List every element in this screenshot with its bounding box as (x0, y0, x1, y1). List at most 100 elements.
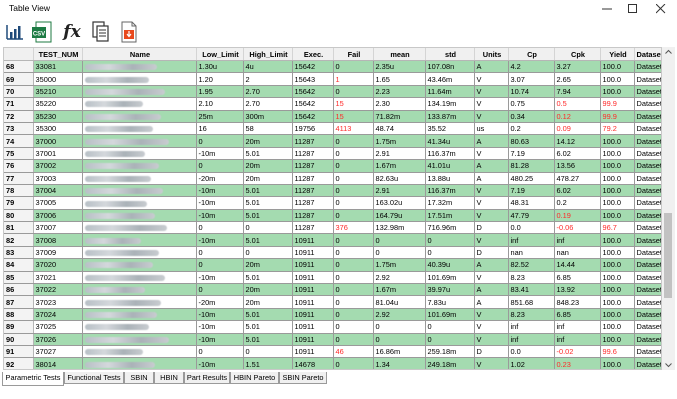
low-limit-cell[interactable]: -10m (196, 233, 244, 247)
low-limit-cell[interactable]: -10m (196, 320, 244, 334)
mean-cell[interactable]: 71.82m (373, 110, 426, 123)
cpk-cell[interactable]: 2.65 (554, 72, 601, 86)
mean-cell[interactable]: 2.30 (373, 97, 426, 111)
high-limit-cell[interactable]: 2 (243, 72, 293, 86)
cp-cell[interactable]: 0.2 (508, 122, 555, 136)
table-row[interactable]: 73 35300 16 58 19756 4113 48.74 35.52 us 0.2 0.09 7… (4, 122, 661, 136)
tab-part-results[interactable]: Part Results (184, 372, 230, 384)
high-limit-cell[interactable]: 5.01 (243, 196, 293, 210)
fail-cell[interactable]: 0 (333, 320, 374, 334)
dataset-cell[interactable]: Dataset_1 (634, 147, 661, 161)
units-cell[interactable]: V (474, 233, 509, 247)
yield-cell[interactable]: 100.0 (600, 196, 635, 210)
table-row[interactable]: 82 37008 -10m 5.01 10911 0 0 0 Vinf inf 100.0 Datas… (4, 233, 661, 247)
name-cell[interactable] (82, 110, 197, 123)
name-cell[interactable] (82, 184, 197, 198)
name-cell[interactable] (82, 122, 197, 136)
exec-cell[interactable]: 10911 (292, 258, 334, 272)
low-limit-cell[interactable]: -10m (196, 196, 244, 210)
low-limit-cell[interactable]: 16 (196, 122, 244, 136)
high-limit-cell[interactable]: 20m (243, 159, 293, 173)
high-limit-cell[interactable]: 5.01 (243, 271, 293, 285)
std-cell[interactable]: 43.46m (425, 72, 475, 86)
dataset-cell[interactable]: Dataset_1 (634, 122, 661, 136)
dataset-cell[interactable]: Dataset_1 (634, 172, 661, 185)
table-row[interactable]: 79 37005 -10m 5.01 11287 0 163.02u 17.32m V 48.31… (4, 196, 661, 210)
header-test-num[interactable]: TEST_NUM (33, 48, 83, 61)
std-cell[interactable]: 41.01u (425, 159, 475, 173)
mean-cell[interactable]: 2.91 (373, 147, 426, 161)
name-cell[interactable] (82, 246, 197, 260)
fail-cell[interactable]: 376 (333, 221, 374, 235)
row-index-cell[interactable]: 90 (4, 333, 34, 347)
header-low-limit[interactable]: Low_Limit (196, 48, 244, 61)
table-row[interactable]: 72 35230 25m 300m 15642 15 71.82m 133.87m V 0.34 0… (4, 110, 661, 123)
name-cell[interactable] (82, 147, 197, 161)
table-row[interactable]: 87 37023 -20m 20m 10911 0 81.04u 7.83u A 851.68 84… (4, 295, 661, 309)
cp-cell[interactable]: 80.63 (508, 134, 555, 148)
low-limit-cell[interactable]: -10m (196, 209, 244, 223)
cpk-cell[interactable]: 0.2 (554, 196, 601, 210)
mean-cell[interactable]: 1.75m (373, 258, 426, 272)
dataset-cell[interactable]: Dataset_1 (634, 345, 661, 359)
row-index-cell[interactable]: 84 (4, 258, 34, 272)
std-cell[interactable]: 11.64m (425, 85, 475, 99)
dataset-cell[interactable]: Dataset_1 (634, 295, 661, 309)
units-cell[interactable]: V (474, 72, 509, 86)
exec-cell[interactable]: 11287 (292, 209, 334, 223)
mean-cell[interactable]: 1.75m (373, 134, 426, 148)
cpk-cell[interactable]: 3.27 (554, 60, 601, 74)
tab-parametric-tests[interactable]: Parametric Tests (2, 372, 64, 386)
dataset-cell[interactable]: Dataset_1 (634, 320, 661, 334)
test-num-cell[interactable]: 37027 (33, 345, 83, 359)
cpk-cell[interactable]: 14.44 (554, 258, 601, 272)
header-corner[interactable] (4, 48, 34, 61)
test-num-cell[interactable]: 35000 (33, 72, 83, 86)
fail-cell[interactable]: 0 (333, 233, 374, 247)
high-limit-cell[interactable]: 20m (243, 172, 293, 185)
exec-cell[interactable]: 15642 (292, 60, 334, 74)
cp-cell[interactable]: 10.74 (508, 85, 555, 99)
yield-cell[interactable]: 100.0 (600, 85, 635, 99)
std-cell[interactable]: 0 (425, 233, 475, 247)
fail-cell[interactable]: 0 (333, 295, 374, 309)
mean-cell[interactable]: 1.65 (373, 72, 426, 86)
name-cell[interactable] (82, 72, 197, 86)
row-index-cell[interactable]: 86 (4, 283, 34, 297)
std-cell[interactable]: 134.19m (425, 97, 475, 111)
dataset-cell[interactable]: Dataset_1 (634, 283, 661, 297)
row-index-cell[interactable]: 87 (4, 295, 34, 309)
fail-cell[interactable]: 0 (333, 134, 374, 148)
dataset-cell[interactable]: Dataset_1 (634, 308, 661, 322)
mean-cell[interactable]: 132.98m (373, 221, 426, 235)
mean-cell[interactable]: 1.67m (373, 159, 426, 173)
mean-cell[interactable]: 2.92 (373, 308, 426, 322)
units-cell[interactable]: V (474, 147, 509, 161)
mean-cell[interactable]: 81.04u (373, 295, 426, 309)
exec-cell[interactable]: 10911 (292, 333, 334, 347)
test-num-cell[interactable]: 37021 (33, 271, 83, 285)
tab-hbin[interactable]: HBIN (154, 372, 184, 384)
vertical-scrollbar[interactable] (662, 47, 675, 370)
dataset-cell[interactable]: Dataset_1 (634, 209, 661, 223)
test-num-cell[interactable]: 37005 (33, 196, 83, 210)
name-cell[interactable] (82, 172, 197, 185)
row-index-cell[interactable]: 79 (4, 196, 34, 210)
row-index-cell[interactable]: 92 (4, 357, 34, 369)
cpk-cell[interactable]: 13.92 (554, 283, 601, 297)
cpk-cell[interactable]: 14.12 (554, 134, 601, 148)
cpk-cell[interactable]: 0.5 (554, 97, 601, 111)
test-num-cell[interactable]: 37006 (33, 209, 83, 223)
units-cell[interactable]: V (474, 357, 509, 369)
row-index-cell[interactable]: 74 (4, 134, 34, 148)
test-num-cell[interactable]: 37024 (33, 308, 83, 322)
fail-cell[interactable]: 0 (333, 172, 374, 185)
dataset-cell[interactable]: Dataset_1 (634, 110, 661, 123)
exec-cell[interactable]: 14678 (292, 357, 334, 369)
table-row[interactable]: 76 37002 0 20m 11287 0 1.67m 41.01u A 81.28 13.56 1… (4, 159, 661, 173)
dataset-cell[interactable]: Dataset_1 (634, 271, 661, 285)
table-row[interactable]: 91 37027 0 0 10911 46 16.86m 259.18m D 0.0 -0.02 99… (4, 345, 661, 359)
mean-cell[interactable]: 48.74 (373, 122, 426, 136)
cp-cell[interactable]: 48.31 (508, 196, 555, 210)
row-index-cell[interactable]: 75 (4, 147, 34, 161)
